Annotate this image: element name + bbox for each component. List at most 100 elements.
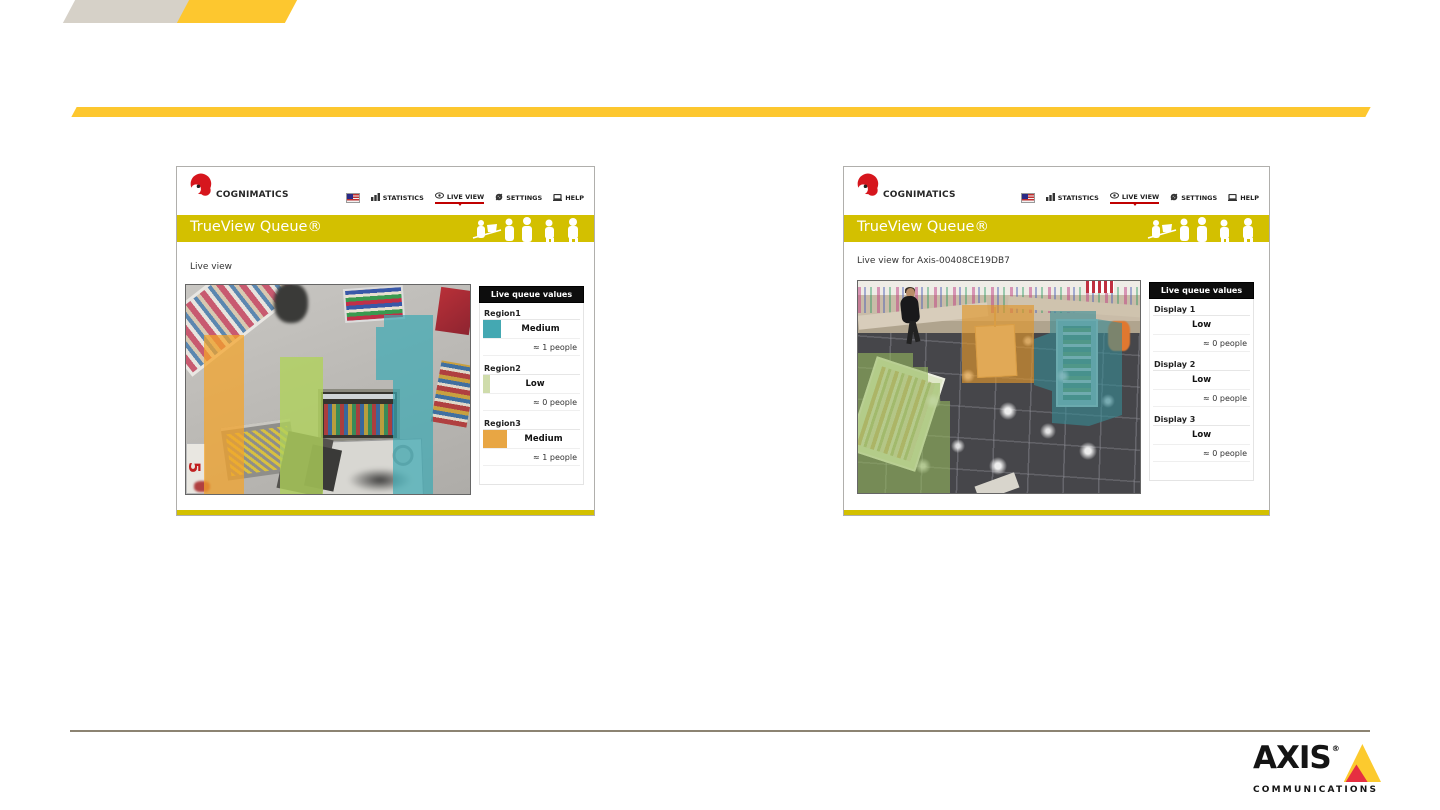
nav-settings-label: SETTINGS <box>506 194 543 202</box>
people-count: ≈ 1 people <box>483 339 580 356</box>
queue-level: Low <box>1191 375 1212 385</box>
candy-counter-graphic <box>318 389 400 441</box>
region-label: Region1 <box>484 309 521 318</box>
panel-body: Region1 Medium ≈ 1 people Region2 Low ≈ … <box>479 303 584 485</box>
region-label: Region2 <box>484 364 521 373</box>
queue-row: Region3 Medium ≈ 1 people <box>483 419 580 466</box>
people-count: ≈ 1 people <box>483 449 580 466</box>
cognimatics-logo: COGNIMATICS <box>856 173 956 203</box>
eye-icon <box>434 192 444 201</box>
brand-name: COGNIMATICS <box>216 190 289 200</box>
queue-row: Region1 Medium ≈ 1 people <box>483 309 580 356</box>
language-flag-icon[interactable] <box>1020 193 1035 203</box>
people-count: ≈ 0 people <box>1153 390 1250 407</box>
gear-icon <box>1170 193 1178 203</box>
top-divider-bar <box>71 107 1371 117</box>
app-banner: TrueView Queue® <box>844 215 1269 242</box>
app-nav: STATISTICS LIVE VIEW SETTINGS HELP <box>1020 192 1259 206</box>
cognimatics-logo-icon <box>189 173 215 203</box>
live-queue-values-panel: Live queue values Display 1 Low ≈ 0 peop… <box>1149 282 1254 481</box>
nav-settings-label: SETTINGS <box>1181 194 1218 202</box>
nav-statistics[interactable]: STATISTICS <box>1045 193 1099 203</box>
cognimatics-logo: COGNIMATICS <box>189 173 289 203</box>
camera-live-view: 5 <box>185 284 471 495</box>
bar-chart-icon <box>370 193 380 203</box>
queue-level: Low <box>1191 320 1212 330</box>
people-silhouettes-graphic <box>1144 217 1264 242</box>
gear-icon <box>495 193 503 203</box>
region-color-swatch <box>483 320 501 338</box>
app-banner-title: TrueView Queue® <box>857 219 989 235</box>
app-banner-title: TrueView Queue® <box>190 219 322 235</box>
nav-statistics-label: STATISTICS <box>382 194 424 202</box>
cognimatics-logo-icon <box>856 173 882 203</box>
queue-level: Low <box>1191 430 1212 440</box>
page-title: Live view <box>190 262 232 272</box>
people-silhouettes-graphic <box>469 217 589 242</box>
queue-row: Display 2 Low ≈ 0 people <box>1153 360 1250 407</box>
app-footer-bar <box>177 510 594 515</box>
app-screenshot-left: COGNIMATICS STATISTICS LIVE VIEW SETTING… <box>176 166 595 516</box>
nav-help-label: HELP <box>1240 194 1259 202</box>
nav-help-label: HELP <box>565 194 584 202</box>
help-book-icon <box>1228 193 1238 203</box>
page-title: Live view for Axis-00408CE19DB7 <box>857 256 1010 266</box>
brand-name: COGNIMATICS <box>883 190 956 200</box>
nav-statistics-label: STATISTICS <box>1057 194 1099 202</box>
aisle-sign-text: 5 <box>185 461 205 474</box>
display-label: Display 1 <box>1154 305 1196 314</box>
camera-live-view <box>857 280 1141 494</box>
help-book-icon <box>553 193 563 203</box>
people-count: ≈ 0 people <box>483 394 580 411</box>
app-screenshot-right: COGNIMATICS STATISTICS LIVE VIEW SETTING… <box>843 166 1270 516</box>
nav-settings[interactable]: SETTINGS <box>495 193 542 203</box>
app-header: COGNIMATICS STATISTICS LIVE VIEW SETTING… <box>844 167 1269 215</box>
region2-overlay <box>280 357 323 494</box>
panel-header: Live queue values <box>479 286 584 303</box>
nav-live-view[interactable]: LIVE VIEW <box>1109 192 1160 206</box>
active-tab-caret <box>456 202 463 209</box>
nav-statistics[interactable]: STATISTICS <box>370 193 424 203</box>
person-top-graphic <box>274 285 308 323</box>
nav-help[interactable]: HELP <box>1228 193 1259 203</box>
axis-triangle-icon <box>1343 744 1381 782</box>
bar-chart-icon <box>1045 193 1055 203</box>
nav-help[interactable]: HELP <box>553 193 584 203</box>
queue-level: Medium <box>521 324 560 334</box>
app-content: Live view 5 Live queue values Region1 Me… <box>177 242 594 517</box>
top-beige-bar <box>62 0 198 23</box>
top-yellow-bar <box>176 0 298 23</box>
language-flag-icon[interactable] <box>345 193 360 203</box>
nav-live-view-label: LIVE VIEW <box>446 192 485 201</box>
app-nav: STATISTICS LIVE VIEW SETTINGS HELP <box>345 192 584 206</box>
red-box-graphic <box>435 286 470 336</box>
queue-level: Low <box>525 379 545 389</box>
display-label: Display 3 <box>1154 415 1196 424</box>
registered-mark: ® <box>1331 744 1340 753</box>
queue-row: Region2 Low ≈ 0 people <box>483 364 580 411</box>
axis-communications-logo: AXIS ® COMMUNICATIONS <box>1253 742 1381 795</box>
region3-overlay <box>204 335 244 494</box>
people-count: ≈ 0 people <box>1153 445 1250 462</box>
region-color-swatch <box>483 375 490 393</box>
app-content: Live view for Axis-00408CE19DB7 Live que… <box>844 242 1269 517</box>
display2-overlay <box>962 305 1034 383</box>
nav-settings[interactable]: SETTINGS <box>1170 193 1217 203</box>
nav-live-view[interactable]: LIVE VIEW <box>434 192 485 206</box>
app-banner: TrueView Queue® <box>177 215 594 242</box>
active-tab-caret <box>1131 202 1138 209</box>
display-label: Display 2 <box>1154 360 1196 369</box>
panel-header: Live queue values <box>1149 282 1254 299</box>
eye-icon <box>1109 192 1119 201</box>
nav-live-view-label: LIVE VIEW <box>1121 192 1160 201</box>
people-count: ≈ 0 people <box>1153 335 1250 352</box>
app-header: COGNIMATICS STATISTICS LIVE VIEW SETTING… <box>177 167 594 215</box>
app-footer-bar <box>844 510 1269 515</box>
footer-rule-line <box>70 730 1370 732</box>
region-label: Region3 <box>484 419 521 428</box>
region-color-swatch <box>483 430 507 448</box>
queue-row: Display 3 Low ≈ 0 people <box>1153 415 1250 462</box>
axis-subtitle: COMMUNICATIONS <box>1253 785 1379 795</box>
panel-body: Display 1 Low ≈ 0 people Display 2 Low ≈… <box>1149 299 1254 481</box>
queue-row: Display 1 Low ≈ 0 people <box>1153 305 1250 352</box>
